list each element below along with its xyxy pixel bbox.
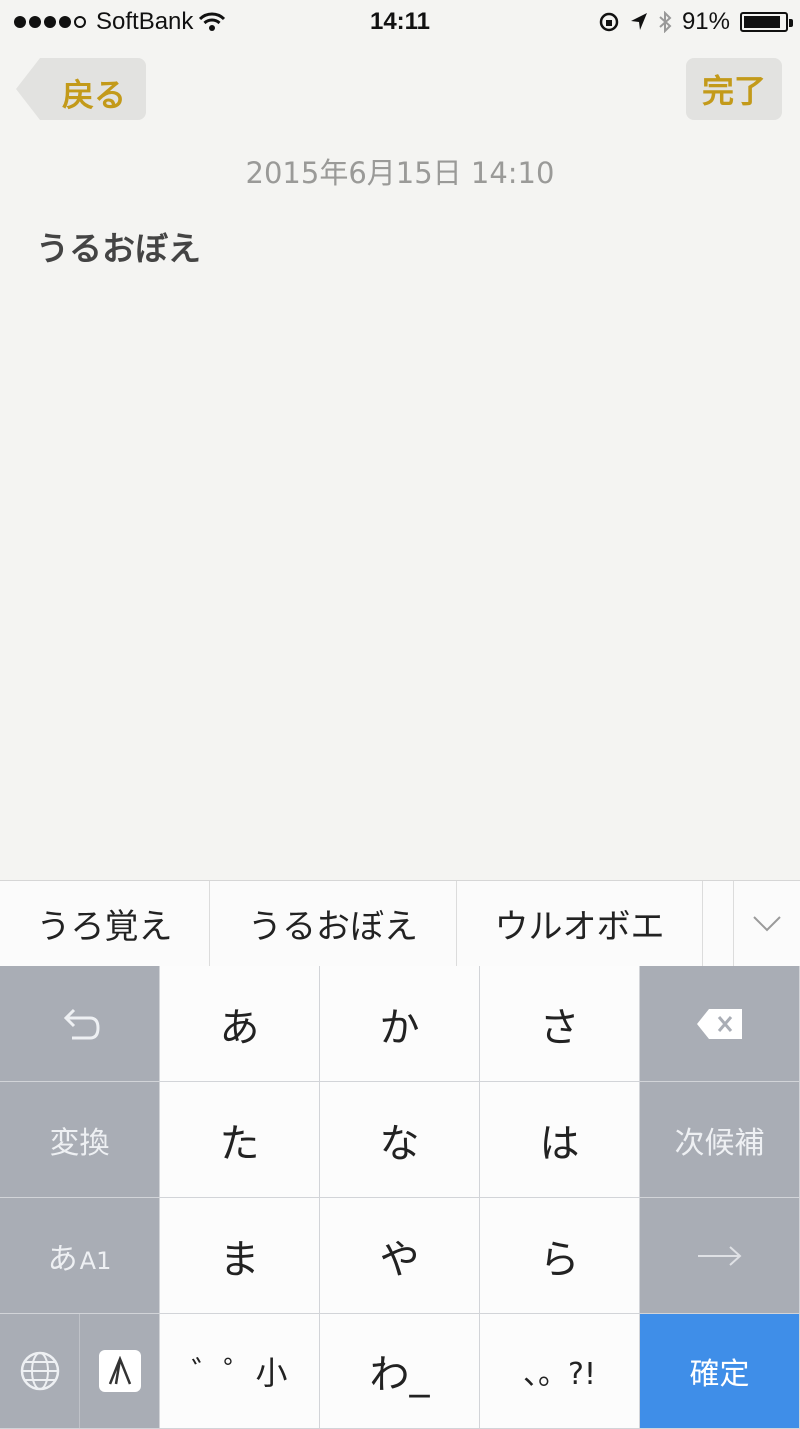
input-mode-key[interactable]: あ A1 [0,1198,160,1314]
key-ta[interactable]: た [160,1082,320,1198]
undo-icon [63,1008,100,1039]
input-mode-alpha: A1 [79,1246,112,1275]
key-ra[interactable]: ら [480,1198,640,1314]
caret-icon [108,1356,131,1385]
expand-candidates-button[interactable] [734,881,800,966]
candidate-item[interactable]: うるおぼえ [210,881,457,966]
bluetooth-icon [659,11,672,33]
back-button-label: 戻る [62,76,127,114]
confirm-key[interactable]: 確定 [640,1314,800,1429]
rotation-lock-icon [599,12,619,32]
location-icon [630,13,647,30]
key-na[interactable]: な [320,1082,480,1198]
cursor-right-key[interactable] [640,1198,800,1314]
battery-icon [740,12,793,32]
dakuten-label: ゛゜小 [191,1354,288,1392]
candidate-item-partial[interactable] [703,881,734,966]
key-ma[interactable]: ま [160,1198,320,1314]
globe-icon [20,1351,59,1391]
key-ka[interactable]: か [320,966,480,1082]
key-sa[interactable]: さ [480,966,640,1082]
globe-key[interactable] [0,1314,80,1428]
emoticon-icon [98,1350,141,1392]
note-body-text[interactable]: うるおぼえ [36,222,201,270]
henkan-key[interactable]: 変換 [0,1082,160,1198]
backspace-icon [696,1008,742,1039]
globe-emoji-keys [0,1314,160,1429]
key-wa-label: わ_ [369,1352,430,1398]
candidate-item[interactable]: ウルオボエ [457,881,703,966]
battery-fill [744,16,780,28]
key-a[interactable]: あ [160,966,320,1082]
battery-tip [789,19,793,27]
done-button[interactable]: 完了 [686,58,782,120]
punctuation-key[interactable]: 、。?! [480,1314,640,1429]
candidate-item[interactable]: うろ覚え [0,881,210,966]
undo-key[interactable] [0,966,160,1082]
key-ya[interactable]: や [320,1198,480,1314]
key-ha[interactable]: は [480,1082,640,1198]
back-button[interactable]: 戻る [16,58,146,120]
battery-percent: 91% [681,8,730,35]
punctuation-label: 、。?! [523,1357,596,1392]
chevron-down-icon [753,915,781,931]
emoticon-key[interactable] [80,1314,159,1428]
next-candidate-key[interactable]: 次候補 [640,1082,800,1198]
note-date: 2015年6月15日 14:10 [245,156,555,190]
dakuten-key[interactable]: ゛゜小 [160,1314,320,1429]
input-mode-label: あ A1 [48,1234,112,1278]
candidate-bar: うろ覚え うるおぼえ ウルオボエ [0,880,800,966]
key-wa[interactable]: わ_ [320,1314,480,1429]
input-mode-kana: あ [47,1241,78,1277]
arrow-right-icon [697,1245,741,1266]
status-bar: SoftBank 14:11 91% [0,0,800,44]
keyboard: あ か さ 変換 た な は 次候補 あ A1 ま や ら ゛゜小 わ_ 、。?… [0,966,800,1429]
delete-key[interactable] [640,966,800,1082]
status-right: 91% [598,8,793,36]
